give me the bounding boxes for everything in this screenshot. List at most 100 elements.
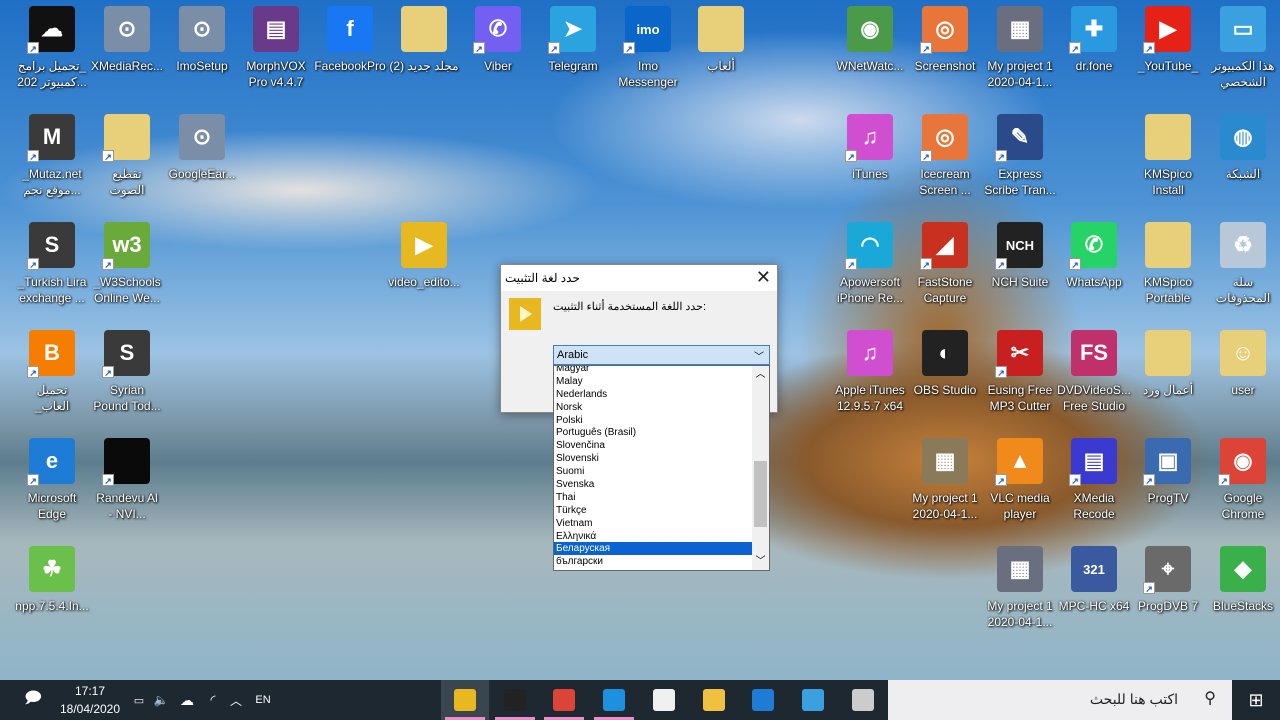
- onedrive-icon[interactable]: ☁: [176, 680, 198, 720]
- language-option[interactable]: Беларуская: [554, 542, 753, 556]
- taskbar-video-editor[interactable]: [441, 680, 489, 720]
- desktop-icon[interactable]: ▦ My project 1 2020-04-1...: [983, 6, 1057, 90]
- desktop-icon[interactable]: ✆ ↗ Viber: [461, 6, 535, 74]
- desktop-icon[interactable]: M ↗ _Mutaz.net موقع نجم...: [15, 114, 89, 198]
- desktop-icon[interactable]: ◍ الشبكة: [1206, 114, 1280, 182]
- language-option[interactable]: Svenska: [554, 478, 753, 491]
- desktop-icon[interactable]: ✂ ↗ Eusing Free MP3 Cutter: [983, 330, 1057, 414]
- desktop-icon[interactable]: ◠ ↗ Apowersoft iPhone Re...: [833, 222, 907, 306]
- chevron-up-icon[interactable]: ︿: [226, 680, 246, 720]
- desktop-icon[interactable]: ↗ Randevu Al - NVI...: [90, 438, 164, 522]
- desktop-icon[interactable]: ▦ My project 1 2020-04-1...: [983, 546, 1057, 630]
- desktop-icon[interactable]: imo ↗ Imo Messenger: [611, 6, 685, 90]
- scrollbar[interactable]: ︿ ﹀: [752, 366, 769, 570]
- language-option[interactable]: Казак: [554, 568, 753, 570]
- language-option[interactable]: Thai: [554, 491, 753, 504]
- desktop-icon[interactable]: ☘ npp.7.5.4.In...: [15, 546, 89, 614]
- volume-icon[interactable]: 🔈: [150, 680, 172, 720]
- taskbar-edge[interactable]: [739, 680, 787, 720]
- close-icon[interactable]: ✕: [756, 267, 771, 288]
- desktop-icon[interactable]: ▭ هذا الكمبيوتر الشخصي: [1206, 6, 1280, 90]
- desktop-icon[interactable]: ▤ ↗ XMedia Recode: [1057, 438, 1131, 522]
- desktop-icon[interactable]: ▶ video_edito...: [387, 222, 461, 290]
- desktop-icon[interactable]: ▦ My project 1 2020-04-1...: [908, 438, 982, 522]
- desktop-icon[interactable]: ♫ Apple iTunes 12.9.5.7 x64: [833, 330, 907, 414]
- desktop-icon[interactable]: ◎ ↗ Icecream Screen ...: [908, 114, 982, 198]
- desktop-icon[interactable]: NCH ↗ NCH Suite: [983, 222, 1057, 290]
- language-option[interactable]: Slovenski: [554, 452, 753, 465]
- language-option[interactable]: Polski: [554, 414, 753, 427]
- taskbar-internet-explorer[interactable]: [789, 680, 837, 720]
- taskbar-mail[interactable]: [590, 680, 638, 720]
- input-language[interactable]: EN: [250, 680, 276, 720]
- language-option[interactable]: Ελληνικά: [554, 530, 753, 543]
- wifi-icon[interactable]: ◜: [202, 680, 224, 720]
- language-option[interactable]: български: [554, 555, 753, 568]
- language-option[interactable]: Türkçe: [554, 504, 753, 517]
- desktop-icon[interactable]: f FacebookPro: [313, 6, 387, 74]
- desktop-icon[interactable]: KMSpico Install: [1131, 114, 1205, 198]
- desktop-icon[interactable]: أعمال ورد: [1131, 330, 1205, 398]
- scroll-up-icon[interactable]: ︿: [752, 366, 769, 383]
- desktop-icon[interactable]: ◉ ↗ Google Chrome: [1206, 438, 1280, 522]
- desktop-icon[interactable]: ⊙ XMediaRec...: [90, 6, 164, 74]
- desktop-icon[interactable]: ☁ ↗ تحميل برامج_ كمبيوتر 202...: [15, 6, 89, 90]
- chevron-down-icon[interactable]: ﹀: [754, 348, 764, 363]
- desktop-icon[interactable]: ♻ سلة المحذوفات: [1206, 222, 1280, 306]
- battery-icon[interactable]: ▭: [130, 680, 148, 720]
- scrollbar-thumb[interactable]: [754, 461, 767, 527]
- desktop-icon[interactable]: مجلد جديد (2): [387, 6, 461, 74]
- desktop-icon[interactable]: ✚ ↗ dr.fone: [1057, 6, 1131, 74]
- desktop-icon[interactable]: ♫ ↗ iTunes: [833, 114, 907, 182]
- desktop-icon[interactable]: ◐ OBS Studio: [908, 330, 982, 398]
- desktop-icon[interactable]: S ↗ Syrian Pound Tod...: [90, 330, 164, 414]
- language-option[interactable]: Português (Brasil): [554, 426, 753, 439]
- desktop-icon[interactable]: ◎ ↗ Screenshot: [908, 6, 982, 74]
- desktop-icon[interactable]: S ↗ _Turkish Lira exchange ...: [15, 222, 89, 306]
- desktop-icon[interactable]: ➤ ↗ Telegram: [536, 6, 610, 74]
- desktop-icon[interactable]: ⊙ GoogleEar...: [165, 114, 239, 182]
- desktop-icon[interactable]: ▣ ↗ ProgTV: [1131, 438, 1205, 506]
- shortcut-arrow-icon: ↗: [995, 366, 1007, 378]
- desktop-icon[interactable]: ◢ ↗ FastStone Capture: [908, 222, 982, 306]
- language-option[interactable]: Nederlands: [554, 388, 753, 401]
- language-option[interactable]: Vietnam: [554, 517, 753, 530]
- desktop-icon[interactable]: B ↗ تحميل _العاب: [15, 330, 89, 414]
- language-dropdown-list[interactable]: Magyar Malay Nederlands Norsk Polski Portuguê…: [553, 365, 770, 571]
- language-option[interactable]: Norsk: [554, 401, 753, 414]
- video-editor-icon: [454, 689, 476, 711]
- scroll-down-icon[interactable]: ﹀: [752, 553, 769, 570]
- taskbar-file-explorer[interactable]: [690, 680, 738, 720]
- desktop-icon[interactable]: ▶ ↗ _YouTube_: [1131, 6, 1205, 74]
- desktop-icon[interactable]: ألعاب: [684, 6, 758, 74]
- desktop-icon[interactable]: ◆ BlueStacks: [1206, 546, 1280, 614]
- search-box[interactable]: اكتب هنا للبحث ⚲: [888, 680, 1232, 720]
- desktop-icon[interactable]: ⊙ ImoSetup: [165, 6, 239, 74]
- taskbar-obs-studio[interactable]: [491, 680, 539, 720]
- desktop-icon[interactable]: ⌖ ↗ ProgDVB 7: [1131, 546, 1205, 614]
- language-option[interactable]: Magyar: [554, 366, 753, 375]
- desktop-icon[interactable]: 321 MPC-HC x64: [1057, 546, 1131, 614]
- clock[interactable]: 17:17 18/04/2020: [52, 680, 128, 720]
- desktop-icon[interactable]: ▤ MorphVOX Pro v4.4.7: [239, 6, 313, 90]
- start-windows-icon[interactable]: ⊞: [1232, 680, 1280, 720]
- desktop-icon[interactable]: KMSpico Portable: [1131, 222, 1205, 306]
- desktop-icon[interactable]: ✎ ↗ Express Scribe Tran...: [983, 114, 1057, 198]
- desktop-icon[interactable]: ✆ ↗ WhatsApp: [1057, 222, 1131, 290]
- taskbar-store[interactable]: [640, 680, 688, 720]
- taskbar-chrome[interactable]: [540, 680, 588, 720]
- desktop-icon[interactable]: e ↗ Microsoft Edge: [15, 438, 89, 522]
- label-line: KMSpico: [1143, 275, 1193, 289]
- desktop-icon[interactable]: ☺ user: [1206, 330, 1280, 398]
- language-option[interactable]: Suomi: [554, 465, 753, 478]
- desktop-icon[interactable]: ◉ WNetWatc...: [833, 6, 907, 74]
- language-option[interactable]: Slovenčina: [554, 439, 753, 452]
- action-center-icon[interactable]: 🗩: [16, 680, 50, 720]
- language-option[interactable]: Malay: [554, 375, 753, 388]
- desktop-icon[interactable]: w3 ↗ _W3Schools Online We...: [90, 222, 164, 306]
- taskbar-task-view[interactable]: [839, 680, 887, 720]
- desktop-icon[interactable]: ▲ ↗ VLC media player: [983, 438, 1057, 522]
- desktop-icon[interactable]: ↗ تقطيع الصوت: [90, 114, 164, 198]
- desktop-icon[interactable]: FS DVDVideoS... Free Studio: [1057, 330, 1131, 414]
- language-select[interactable]: Arabic ﹀: [553, 345, 770, 365]
